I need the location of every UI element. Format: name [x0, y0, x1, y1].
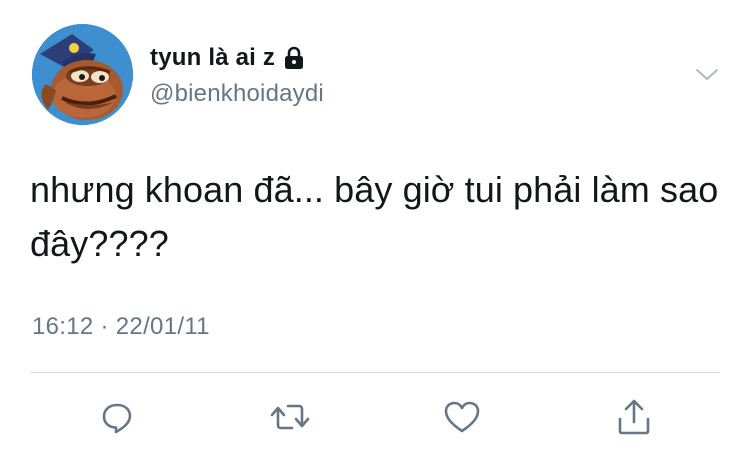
- share-button[interactable]: [612, 395, 656, 439]
- share-icon: [618, 399, 650, 435]
- reply-button[interactable]: [95, 395, 139, 439]
- heart-icon: [444, 401, 480, 433]
- action-bar: [0, 395, 750, 439]
- tweet-text: nhưng khoan đã... bây giờ tui phải làm s…: [30, 169, 729, 264]
- cartoon-fish-avatar: [32, 24, 133, 125]
- tweet-card: tyun là ai z @bienkhoidaydi nhưng khoan …: [0, 0, 750, 461]
- retweet-button[interactable]: [268, 395, 312, 439]
- user-handle[interactable]: @bienkhoidaydi: [150, 80, 324, 108]
- like-button[interactable]: [440, 395, 484, 439]
- lock-icon: [283, 46, 305, 70]
- display-name-row: tyun là ai z: [150, 42, 305, 74]
- avatar[interactable]: [32, 24, 133, 125]
- divider: [30, 372, 720, 373]
- chevron-down-icon[interactable]: [693, 62, 721, 86]
- tweet-timestamp[interactable]: 16:12 · 22/01/11: [32, 313, 210, 341]
- retweet-icon: [270, 404, 310, 430]
- comment-icon: [102, 403, 132, 434]
- display-name[interactable]: tyun là ai z: [150, 44, 275, 72]
